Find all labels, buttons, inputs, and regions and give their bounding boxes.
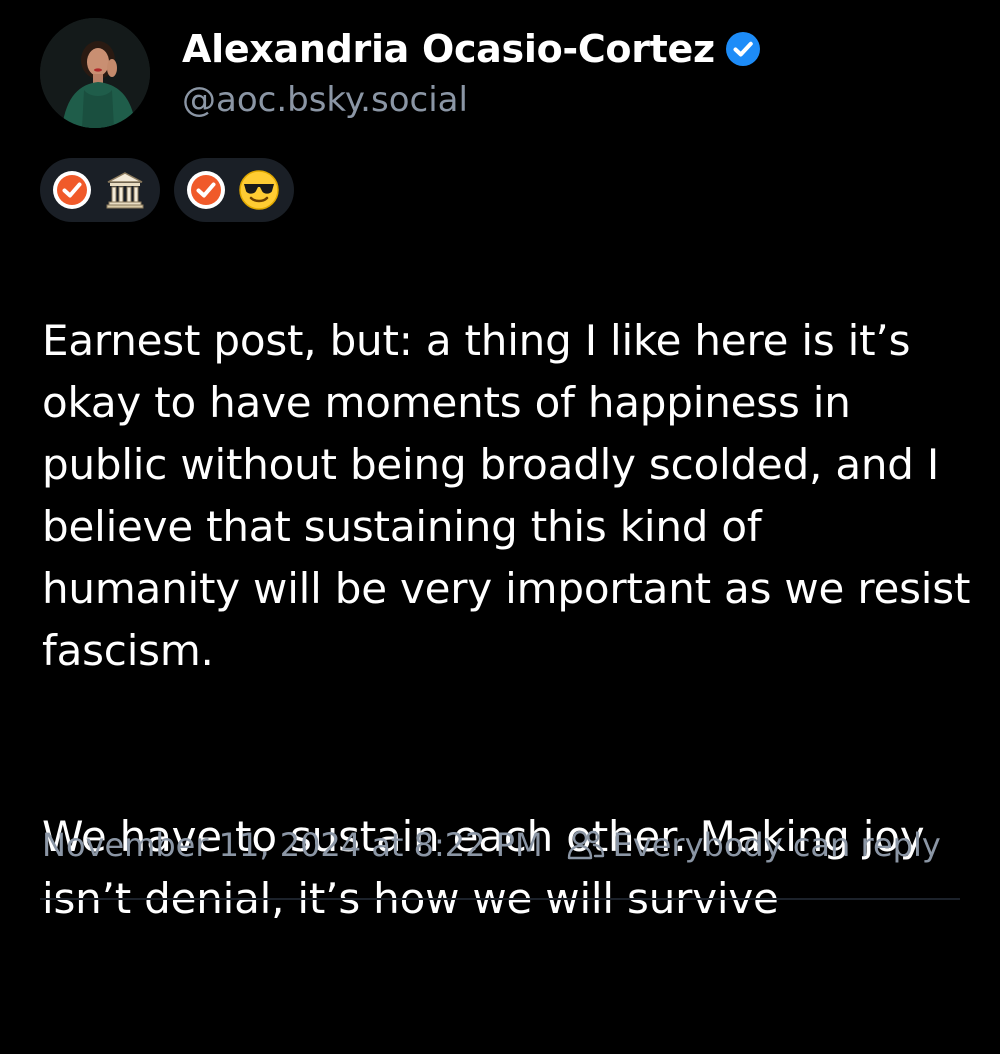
bank-building-emoji — [104, 169, 146, 211]
verified-icon — [725, 31, 761, 67]
post-paragraph: We have to sustain each other. Making jo… — [42, 812, 925, 923]
check-badge-icon — [186, 170, 226, 210]
post-paragraph: Earnest post, but: a thing I like here i… — [42, 316, 971, 675]
post-meta: November 11, 2024 at 8:22 PM Everybody c… — [42, 826, 941, 864]
check-badge-icon — [52, 170, 92, 210]
divider — [40, 898, 960, 900]
reply-setting[interactable]: Everybody can reply — [613, 826, 941, 864]
sunglasses-face-emoji — [238, 169, 280, 211]
badge-pill[interactable] — [40, 158, 160, 222]
post-header: Alexandria Ocasio-Cortez @aoc.bsky.socia… — [40, 18, 960, 128]
badge-list — [40, 158, 294, 222]
badge-pill[interactable] — [174, 158, 294, 222]
display-name[interactable]: Alexandria Ocasio-Cortez — [182, 27, 715, 71]
name-row: Alexandria Ocasio-Cortez — [182, 22, 761, 76]
author-handle[interactable]: @aoc.bsky.social — [182, 80, 468, 120]
avatar[interactable] — [40, 18, 150, 128]
people-icon — [567, 828, 605, 862]
avatar-photo — [40, 18, 150, 128]
post-timestamp[interactable]: November 11, 2024 at 8:22 PM — [42, 826, 543, 864]
post-body: Earnest post, but: a thing I like here i… — [42, 248, 972, 1054]
